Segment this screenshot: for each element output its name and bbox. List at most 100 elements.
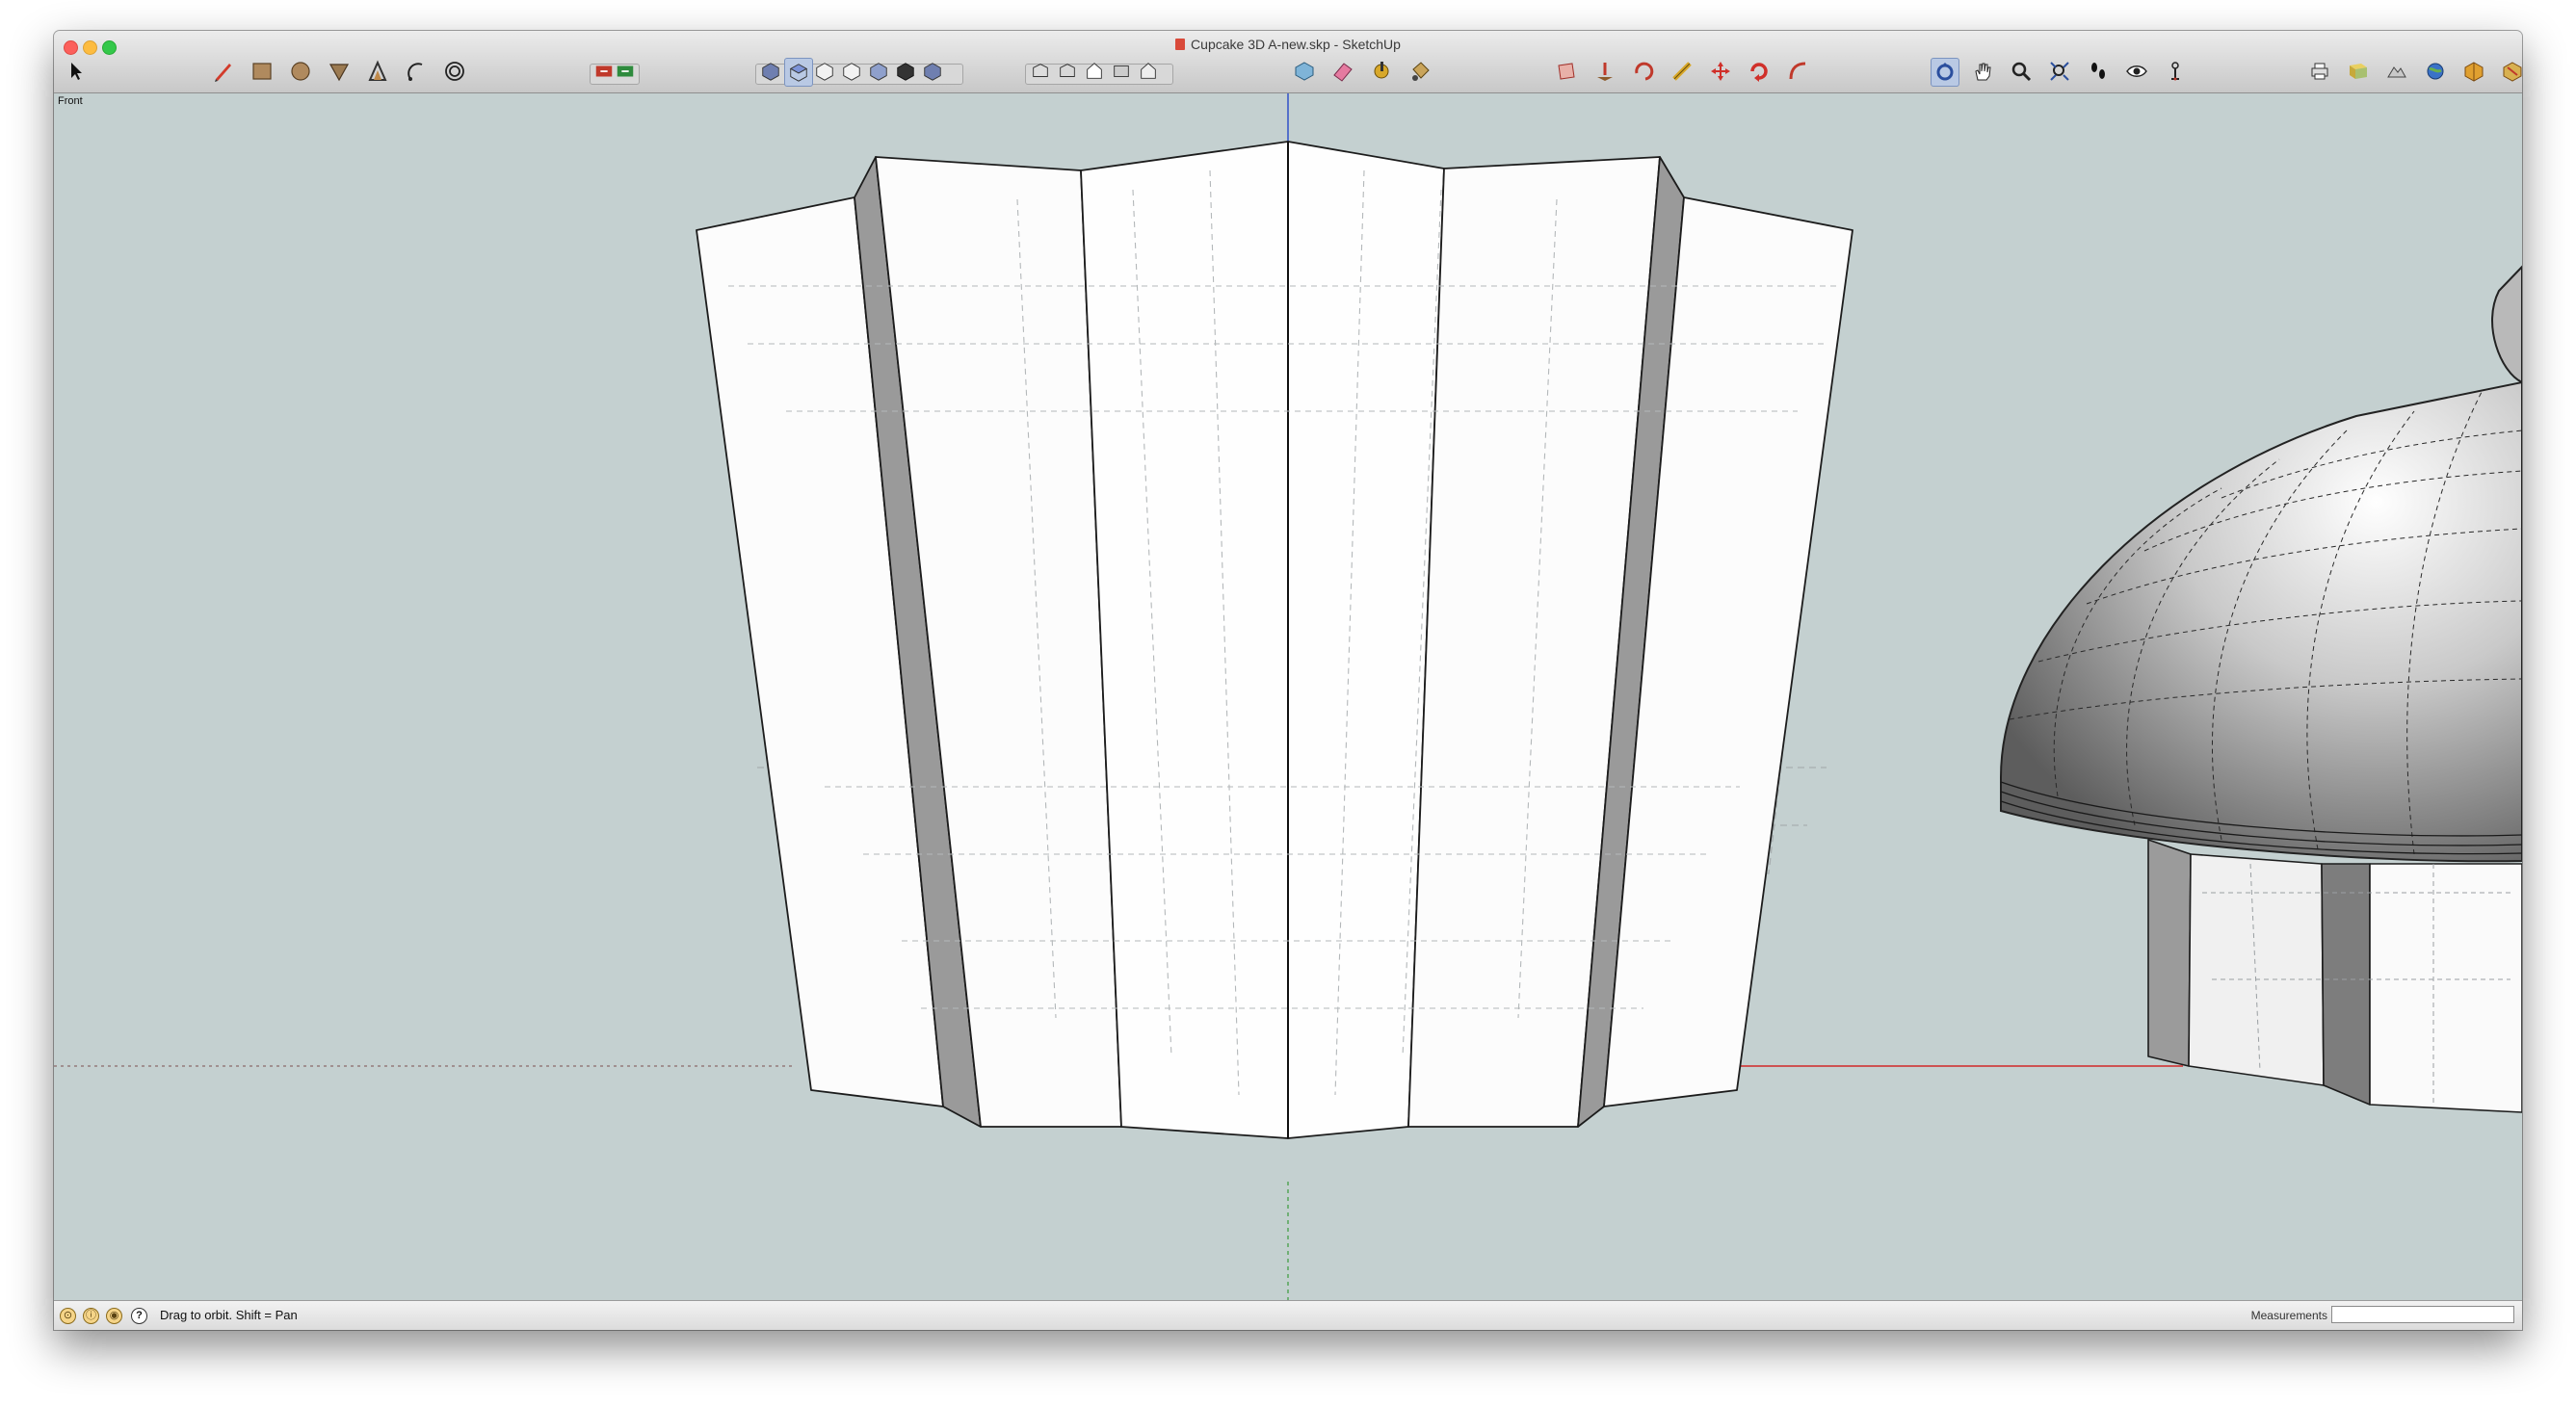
zoom-extents-tool[interactable] — [2046, 58, 2073, 85]
walk-tool[interactable] — [2085, 58, 2112, 85]
geo-location-icon[interactable]: ⊙ — [60, 1308, 76, 1324]
dome-surface — [2000, 380, 2522, 863]
xray-icon — [1033, 64, 1048, 77]
map-icon — [2350, 64, 2367, 79]
cupcake-liner[interactable] — [696, 141, 1853, 1139]
push-pull-tool[interactable] — [326, 58, 353, 85]
help-icon[interactable]: ? — [131, 1308, 147, 1324]
pencil-icon — [215, 64, 231, 82]
frosting-dome[interactable] — [2000, 265, 2522, 863]
components-tool[interactable] — [1291, 58, 1318, 85]
paint-bucket-icon — [1412, 62, 1430, 81]
pan-tool[interactable] — [1969, 58, 1996, 85]
move-icon — [1711, 62, 1730, 81]
base-panel-shadow — [2147, 839, 2192, 1067]
front-view-icon — [816, 63, 833, 81]
measurements-label: Measurements — [2250, 1309, 2327, 1322]
follow-me-tool[interactable] — [1553, 58, 1580, 85]
status-bar: ⊙ ⓘ ◉ ? Drag to orbit. Shift = Pan Measu… — [54, 1300, 2522, 1330]
eraser-tool[interactable] — [1329, 58, 1356, 85]
push-tool[interactable] — [1591, 58, 1618, 85]
right-view-icon — [843, 63, 860, 81]
bottom-view-icon — [924, 63, 941, 81]
user-icon[interactable]: ◉ — [106, 1308, 122, 1324]
tape-icon — [1374, 62, 1389, 79]
credits-icon[interactable]: ⓘ — [83, 1308, 99, 1324]
base-panel — [2188, 853, 2325, 1086]
tape-measure-tool[interactable] — [364, 58, 391, 85]
warehouse-download-icon — [2503, 62, 2522, 82]
left-view-button[interactable] — [892, 58, 919, 85]
offset-tool[interactable] — [441, 58, 468, 85]
move-tool[interactable] — [1707, 58, 1734, 85]
shaded-icon — [1114, 65, 1129, 77]
line-tool[interactable] — [210, 58, 237, 85]
second-cupcake-base[interactable] — [2147, 839, 2522, 1113]
footprints-icon — [2091, 63, 2105, 79]
scale-icon — [1672, 62, 1692, 81]
add-location-tool[interactable] — [2345, 58, 2372, 85]
back-view-button[interactable] — [865, 58, 892, 85]
select-tool[interactable] — [64, 58, 91, 85]
warehouse-upload-icon — [2464, 62, 2484, 82]
offset-edge-tool[interactable] — [1630, 58, 1657, 85]
shaded-style-button[interactable] — [1108, 58, 1135, 85]
circle-icon — [291, 62, 310, 81]
printer-icon — [2311, 63, 2328, 80]
rectangle-tool[interactable] — [249, 58, 276, 85]
paint-bucket-tool[interactable] — [1406, 58, 1433, 85]
look-around-tool[interactable] — [2123, 58, 2150, 85]
arc-tool[interactable] — [403, 58, 430, 85]
tape-tool[interactable] — [1368, 58, 1395, 85]
iso-view-button[interactable] — [757, 58, 784, 85]
back-view-icon — [870, 63, 887, 81]
rectangle-icon — [252, 63, 272, 80]
redo-icon — [617, 65, 634, 77]
offset-curve-icon — [1789, 62, 1806, 80]
base-panel-shadow — [2321, 863, 2371, 1106]
wireframe-icon — [1060, 64, 1075, 77]
push-pull-icon — [329, 64, 350, 82]
print-tool[interactable] — [2306, 58, 2333, 85]
orbit-icon — [1936, 63, 1954, 81]
wireframe-style-button[interactable] — [1054, 58, 1081, 85]
photo-textures-tool[interactable] — [2422, 58, 2449, 85]
right-view-button[interactable] — [838, 58, 865, 85]
arrow-cursor-icon — [71, 63, 82, 80]
status-hint: Drag to orbit. Shift = Pan — [160, 1308, 298, 1322]
xray-style-button[interactable] — [1027, 58, 1054, 85]
dome-tip — [2491, 265, 2522, 384]
redo-button[interactable] — [612, 58, 639, 85]
iso-cube-icon — [762, 63, 779, 81]
position-camera-tool[interactable] — [2162, 58, 2189, 85]
house-icon — [1087, 63, 1102, 79]
follow-me-icon — [1558, 63, 1575, 80]
zoom-extents-icon — [2050, 62, 2069, 81]
share-model-tool[interactable] — [2460, 58, 2487, 85]
orbit-tool[interactable] — [1931, 58, 1959, 87]
top-view-button[interactable] — [784, 58, 813, 87]
model-canvas[interactable] — [54, 93, 2522, 1300]
toggle-terrain-tool[interactable] — [2383, 58, 2410, 85]
eye-icon — [2126, 65, 2147, 77]
rotate-tool[interactable] — [1746, 58, 1773, 85]
monochrome-style-button[interactable] — [1135, 58, 1162, 85]
scale-tool[interactable] — [1669, 58, 1695, 85]
bottom-view-button[interactable] — [919, 58, 946, 85]
terrain-icon — [2387, 66, 2406, 78]
camera-position-icon — [2171, 62, 2179, 81]
drawing-viewport[interactable]: Front — [54, 93, 2522, 1300]
hand-icon — [1975, 63, 1991, 81]
zoom-tool[interactable] — [2008, 58, 2035, 85]
circle-tool[interactable] — [287, 58, 314, 85]
eraser-icon — [1333, 63, 1353, 82]
arc-icon — [407, 63, 423, 81]
front-view-button[interactable] — [811, 58, 838, 85]
sketchup-window: Cupcake 3D A-new.skp - SketchUp Front ⊙ … — [54, 31, 2522, 1330]
get-models-tool[interactable] — [2499, 58, 2522, 85]
offset-curve-tool[interactable] — [1784, 58, 1811, 85]
tape-measure-icon — [368, 60, 387, 81]
hidden-line-style-button[interactable] — [1081, 58, 1108, 85]
measurements-input[interactable] — [2331, 1306, 2514, 1323]
base-panel — [2369, 863, 2522, 1113]
